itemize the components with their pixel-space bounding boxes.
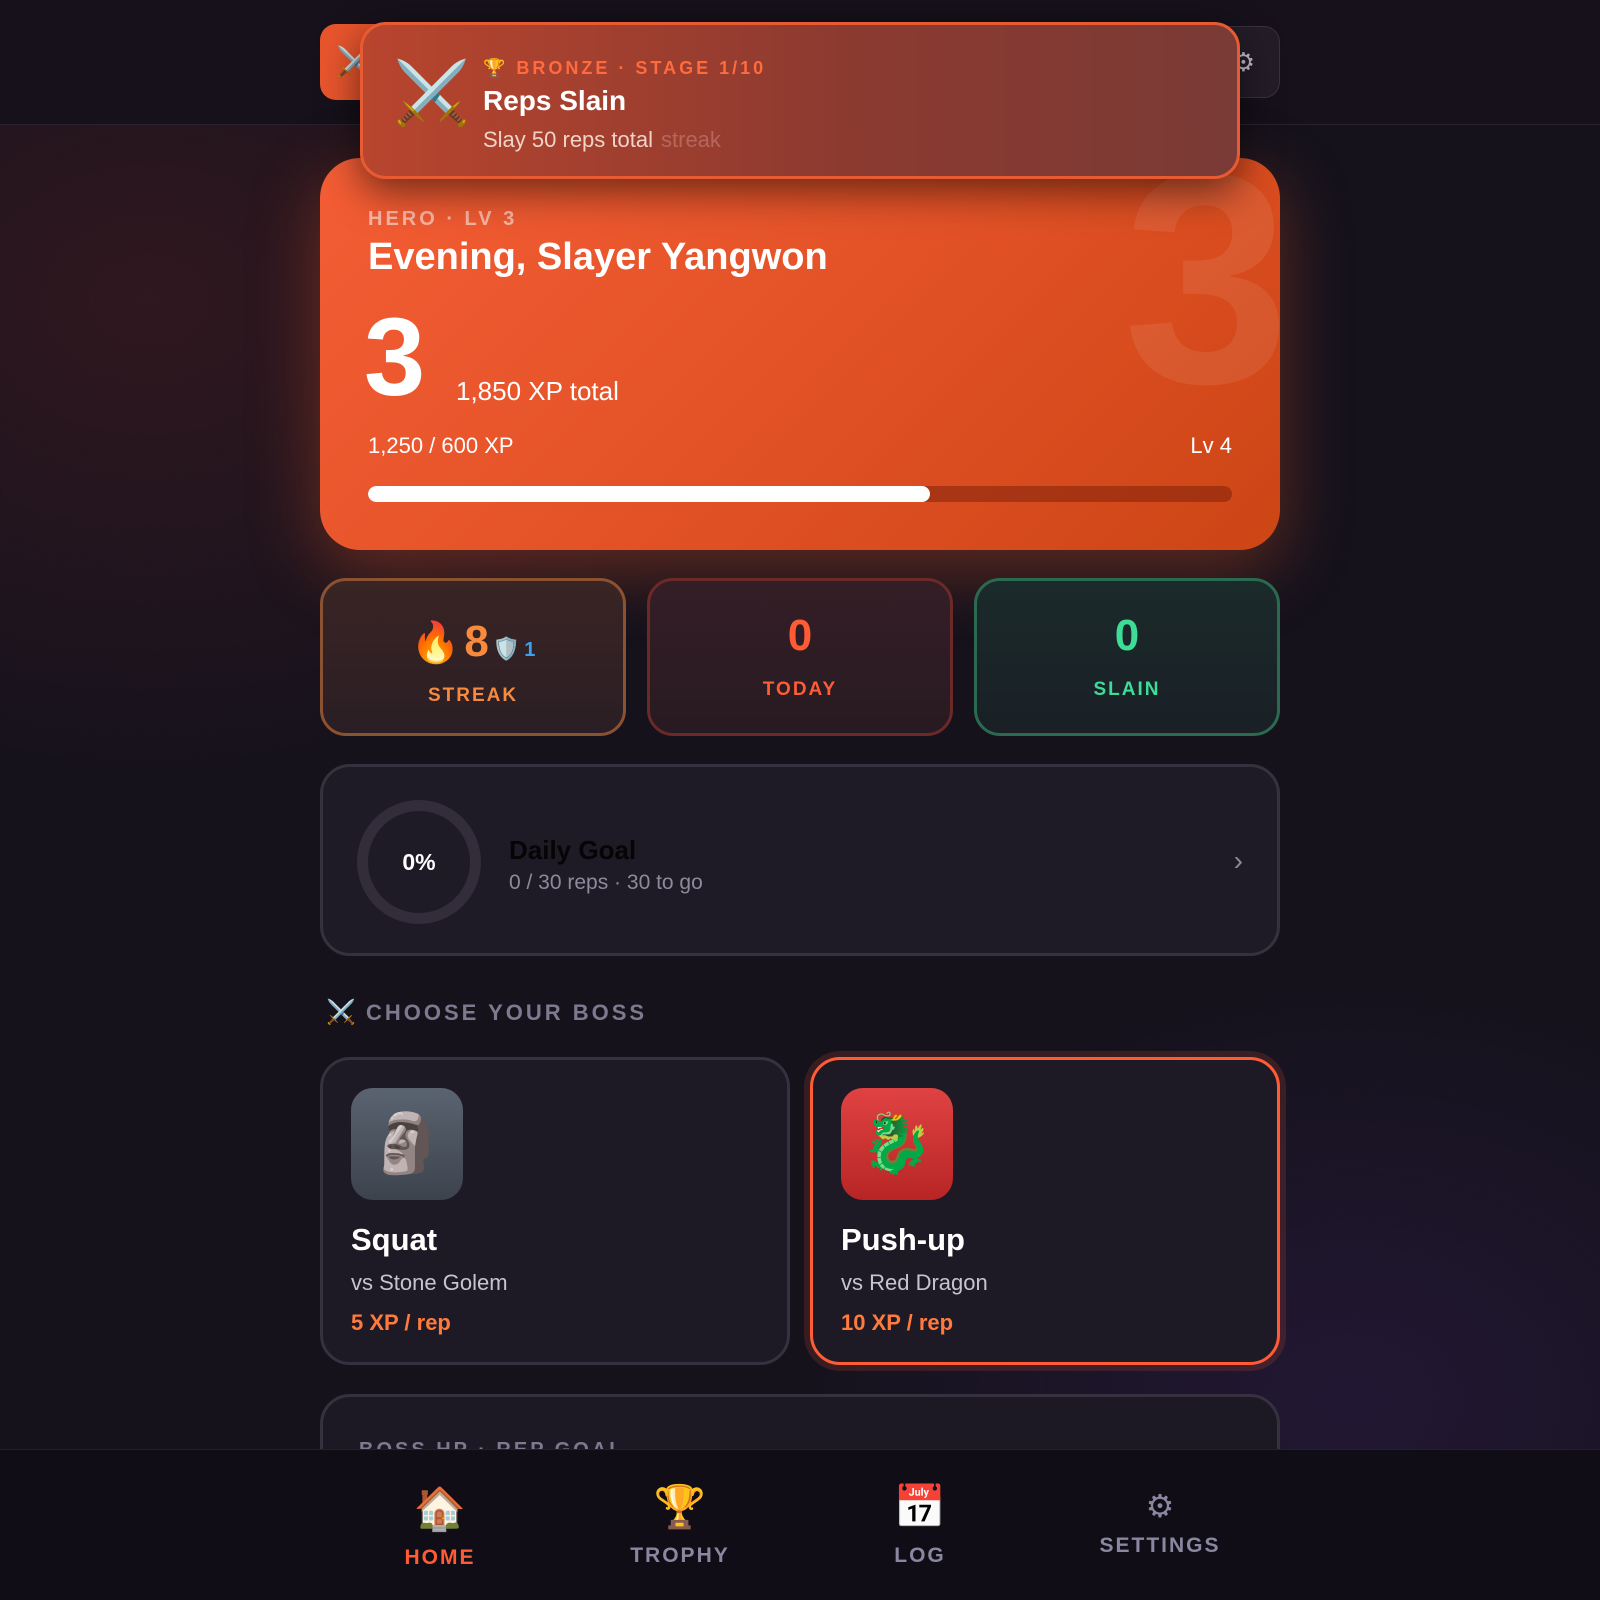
boss-xp-rate: 5 XP / rep [351, 1310, 451, 1335]
boss-exercise-name: Push-up [841, 1222, 965, 1257]
level-watermark: 3 [1123, 158, 1280, 446]
achievement-fading-text: streak [661, 127, 721, 152]
bottom-navigation: 🏠 HOME 🏆 TROPHY 📅 LOG ⚙ SETTINGS [0, 1449, 1600, 1600]
nav-trophy[interactable]: 🏆 TROPHY [560, 1450, 800, 1600]
today-value: 0 [787, 611, 813, 660]
goal-progress-ring: 0% [357, 800, 481, 924]
nav-label: HOME [404, 1546, 476, 1569]
shield-icon: 🛡️ [492, 636, 521, 661]
hero-level-number: 3 [364, 296, 426, 419]
today-label: TODAY [762, 679, 838, 700]
achievement-toast[interactable]: ⚔️ 🏆 BRONZE · STAGE 1/10 Reps Slain Slay… [360, 22, 1240, 179]
nav-home[interactable]: 🏠 HOME [320, 1450, 560, 1600]
slain-value: 0 [1114, 611, 1140, 660]
greeting-title: Evening, Slayer Yangwon [368, 236, 828, 278]
red-dragon-icon: 🐉 [841, 1088, 953, 1200]
dragon-icon: 🐉 [860, 1111, 934, 1176]
nav-label: SETTINGS [1099, 1534, 1221, 1557]
slain-label: SLAIN [1093, 679, 1161, 700]
streak-label: STREAK [427, 685, 519, 706]
xp-progress-bar [368, 486, 1232, 502]
boss-xp-rate: 10 XP / rep [841, 1310, 954, 1335]
boss-exercise-name: Squat [351, 1222, 438, 1257]
slain-card[interactable]: 0 SLAIN [974, 578, 1280, 736]
nav-log[interactable]: 📅 LOG [800, 1450, 1040, 1600]
trophy-icon: 🏆 [653, 1483, 707, 1530]
nav-label: LOG [894, 1544, 946, 1567]
fire-icon: 🔥 [410, 621, 461, 665]
stone-golem-icon: 🗿 [351, 1088, 463, 1200]
streak-value: 8 [464, 617, 489, 666]
house-icon: 🏠 [413, 1485, 467, 1532]
boss-card-squat[interactable]: 🗿 Squat vs Stone Golem 5 XP / rep [320, 1057, 790, 1365]
hero-level-tag: HERO · LV 3 [368, 208, 518, 230]
chevron-right-icon: › [1233, 845, 1243, 876]
nav-label: TROPHY [630, 1544, 730, 1567]
xp-total: 1,850 XP total [456, 376, 619, 406]
gear-icon: ⚙ [1145, 1488, 1175, 1524]
goal-percent: 0% [402, 848, 436, 875]
achievement-tier: 🏆 BRONZE · STAGE 1/10 [483, 58, 767, 78]
crossed-swords-icon: ⚔️ [393, 59, 471, 128]
daily-goal-subtitle: 0 / 30 reps · 30 to go [509, 871, 703, 894]
boss-opponent: vs Stone Golem [351, 1270, 508, 1295]
nav-settings[interactable]: ⚙ SETTINGS [1040, 1450, 1280, 1600]
next-level-label: Lv 4 [1190, 433, 1232, 458]
xp-progress-fill [368, 486, 930, 502]
hero-card: 3 HERO · LV 3 Evening, Slayer Yangwon 3 … [320, 158, 1280, 550]
achievement-title: Reps Slain [483, 85, 627, 116]
daily-goal-card[interactable]: 0% Daily Goal 0 / 30 reps · 30 to go › [320, 764, 1280, 956]
moai-icon: 🗿 [370, 1111, 444, 1176]
xp-progress-text: 1,250 / 600 XP [368, 433, 514, 458]
boss-opponent: vs Red Dragon [841, 1270, 988, 1295]
daily-goal-title: Daily Goal [509, 835, 637, 865]
today-card[interactable]: 0 TODAY [647, 578, 953, 736]
shield-count: 1 [524, 639, 536, 661]
calendar-icon: 📅 [893, 1483, 947, 1530]
section-title: CHOOSE YOUR BOSS [366, 1000, 648, 1025]
streak-card[interactable]: 🔥 8 🛡️ 1 STREAK [320, 578, 626, 736]
crossed-swords-icon: ⚔️ [326, 999, 356, 1026]
achievement-description: Slay 50 reps total [483, 127, 653, 152]
boss-card-push-up[interactable]: 🐉 Push-up vs Red Dragon 10 XP / rep [810, 1057, 1280, 1365]
